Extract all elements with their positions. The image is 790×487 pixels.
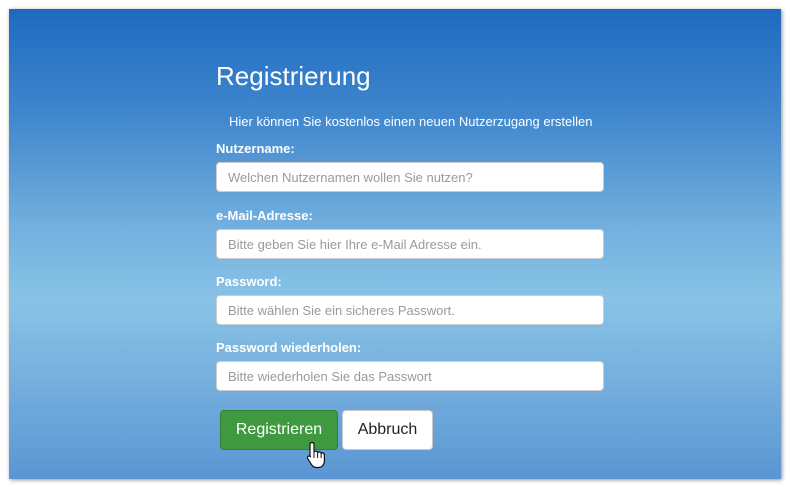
password-repeat-label: Password wiederholen: — [216, 340, 362, 355]
cancel-button[interactable]: Abbruch — [342, 410, 433, 450]
page-title: Registrierung — [216, 61, 371, 91]
registration-panel: Registrierung Hier können Sie kostenlos … — [9, 9, 781, 479]
page-subtitle: Hier können Sie kostenlos einen neuen Nu… — [229, 114, 593, 129]
password-input[interactable] — [216, 295, 604, 325]
password-label: Password: — [216, 274, 282, 289]
email-input[interactable] — [216, 229, 604, 259]
username-label: Nutzername: — [216, 141, 295, 156]
username-input[interactable] — [216, 162, 604, 192]
password-repeat-input[interactable] — [216, 361, 604, 391]
email-label: e-Mail-Adresse: — [216, 208, 313, 223]
window-frame: Registrierung Hier können Sie kostenlos … — [0, 0, 790, 487]
hand-pointer-icon — [306, 441, 325, 469]
